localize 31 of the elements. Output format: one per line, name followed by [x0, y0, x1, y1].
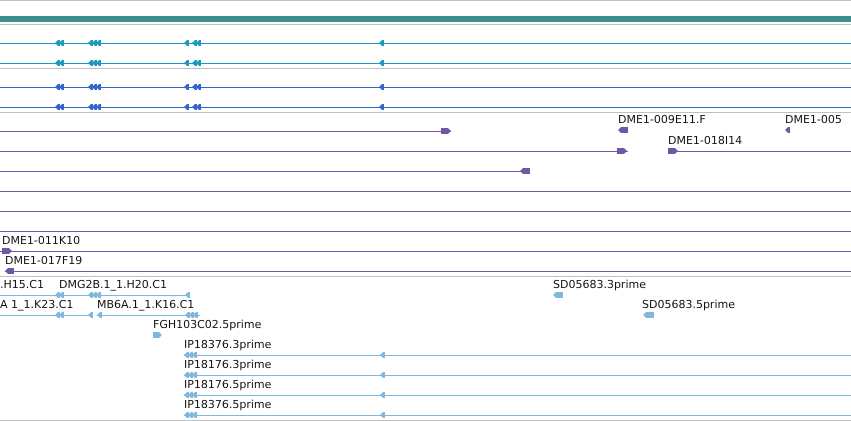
feature-label: MB6A.1_1.K16.C1	[97, 298, 194, 311]
feature-label: DME1-005	[785, 113, 842, 126]
feature-label: SD05683.3prime	[553, 278, 646, 291]
feature-drawing[interactable]	[0, 60, 851, 66]
feature-drawing[interactable]	[0, 148, 628, 154]
feature-drawing[interactable]	[668, 148, 851, 154]
feature-drawing[interactable]	[785, 127, 790, 133]
feature-drawing[interactable]	[0, 84, 851, 90]
feature-drawing[interactable]	[0, 228, 851, 234]
feature-label: DMG2B.1_1.H20.C1	[59, 278, 167, 291]
feature-label: IP18376.5prime	[184, 398, 272, 411]
feature-label: SD05683.5prime	[642, 298, 735, 311]
feature-drawing[interactable]	[618, 127, 628, 133]
feature-label: IP18176.5prime	[184, 378, 272, 391]
feature-label: IP18176.3prime	[184, 358, 272, 371]
feature-label: DME1-017F19	[5, 254, 82, 267]
feature-label: A 1_1.K23.C1	[0, 298, 74, 311]
feature-drawing[interactable]	[0, 40, 851, 46]
feature-drawing[interactable]	[0, 188, 851, 194]
feature-drawing[interactable]	[0, 128, 451, 134]
feature-drawing[interactable]	[0, 248, 851, 254]
feature-drawing[interactable]	[0, 104, 851, 110]
feature-label: DME1-009E11.F	[618, 113, 706, 126]
feature-label: DME1-018I14	[668, 134, 742, 147]
feature-drawing[interactable]	[0, 208, 851, 214]
feature-label: DME1-011K10	[2, 234, 80, 247]
feature-label: IP18376.3prime	[184, 338, 272, 351]
feature-label: .H15.C1	[0, 278, 44, 291]
feature-drawing[interactable]	[5, 268, 851, 274]
feature-label: FGH103C02.5prime	[153, 318, 262, 331]
feature-drawing[interactable]	[0, 168, 530, 174]
